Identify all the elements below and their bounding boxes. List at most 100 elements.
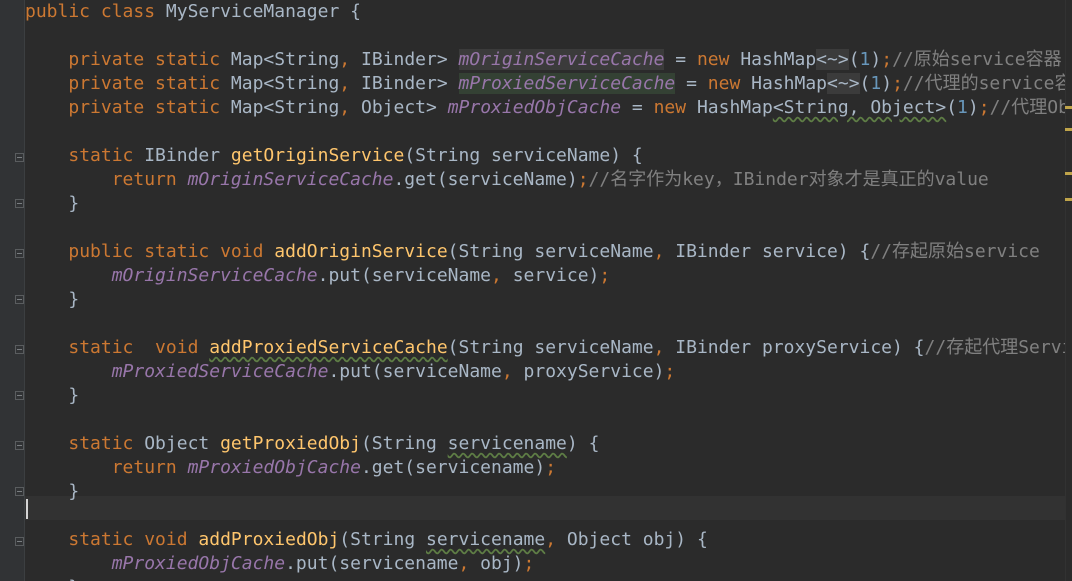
fold-marker-icon[interactable] (15, 441, 24, 450)
code-editor[interactable]: public class MyServiceManager { private … (25, 0, 1065, 581)
code-token: ; (577, 169, 589, 190)
fold-marker-icon[interactable] (15, 391, 24, 400)
code-line[interactable]: mProxiedServiceCache.put(serviceName, pr… (25, 360, 676, 384)
code-token: Map<String (230, 73, 340, 94)
fold-marker-icon[interactable] (15, 153, 24, 162)
fold-marker-icon[interactable] (15, 199, 24, 208)
code-token: 1 (957, 97, 968, 118)
code-line[interactable]: return mProxiedObjCache.get(servicename)… (25, 456, 556, 480)
code-token: <String, Object> (772, 97, 947, 118)
code-token: HashMap (740, 49, 817, 70)
code-token: addProxiedServiceCache (209, 337, 448, 358)
code-line[interactable]: } (25, 576, 79, 581)
code-token: IBinder (144, 145, 231, 166)
code-token: ; (978, 97, 990, 118)
vertical-scrollbar[interactable] (1065, 0, 1072, 581)
code-line[interactable]: mProxiedObjCache.put(servicename, obj); (25, 552, 535, 576)
code-line[interactable]: static IBinder getOriginService(String s… (25, 144, 643, 168)
code-token: ( (848, 49, 860, 70)
code-line[interactable]: static void addProxiedServiceCache(Strin… (25, 336, 1065, 360)
code-token: mOriginServiceCache (458, 49, 665, 70)
code-line[interactable]: private static Map<String, Object> mProx… (25, 96, 1065, 120)
code-line[interactable]: } (25, 384, 79, 408)
code-token: mProxiedObjCache (187, 457, 361, 478)
code-token: Map<String (230, 49, 340, 70)
code-line[interactable]: public static void addOriginService(Stri… (25, 240, 1040, 264)
code-line[interactable]: static Object getProxiedObj(String servi… (25, 432, 599, 456)
code-token: } (25, 481, 80, 502)
code-token: , (339, 73, 361, 94)
code-token: = (621, 97, 654, 118)
code-token: .put(servicename (285, 553, 459, 574)
code-token: , (545, 529, 567, 550)
fold-marker-icon[interactable] (15, 345, 24, 354)
code-token: } (25, 193, 80, 214)
code-line[interactable]: private static Map<String, IBinder> mOri… (25, 48, 1062, 72)
code-token: mOriginServiceCache (187, 169, 394, 190)
code-token: static void (68, 529, 199, 550)
code-token: IBinder proxyService) { (675, 337, 925, 358)
code-token: IBinder service) { (675, 241, 871, 262)
code-token: 1 (859, 49, 871, 70)
code-token: , (339, 97, 361, 118)
code-token: ; (599, 265, 611, 286)
code-line[interactable]: } (25, 192, 79, 216)
code-token: Map<String (230, 97, 340, 118)
code-token: addOriginService (274, 241, 448, 262)
warning-marker[interactable] (1065, 172, 1072, 175)
code-token: ) { (566, 433, 600, 454)
code-token: Object obj) { (566, 529, 708, 550)
code-token: ) (870, 49, 882, 70)
code-token: mProxiedObjCache (447, 97, 622, 118)
code-token: ) (967, 97, 979, 118)
fold-marker-icon[interactable] (15, 249, 24, 258)
fold-marker-icon[interactable] (15, 295, 24, 304)
code-token: MyServiceManager { (165, 1, 361, 22)
code-line[interactable]: } (25, 288, 79, 312)
code-token: static void (68, 337, 210, 358)
code-token: mProxiedServiceCache (111, 361, 329, 382)
code-token: (String serviceName) { (404, 145, 643, 166)
warning-marker[interactable] (1065, 106, 1072, 109)
code-line[interactable]: public class MyServiceManager { (25, 0, 361, 24)
code-token: addProxiedObj (198, 529, 340, 550)
code-token: , (501, 361, 524, 382)
fold-marker-icon[interactable] (15, 537, 24, 546)
code-token: HashMap (696, 97, 773, 118)
code-token: IBinder> (360, 73, 459, 94)
code-line[interactable]: mOriginServiceCache.put(serviceName, ser… (25, 264, 611, 288)
code-token: .get(servicename) (360, 457, 546, 478)
code-token: HashMap (751, 73, 828, 94)
code-line[interactable]: return mOriginServiceCache.get(serviceNa… (25, 168, 989, 192)
code-token: getOriginService (230, 145, 405, 166)
code-token: , (339, 49, 361, 70)
warning-marker[interactable] (1065, 198, 1072, 201)
code-line[interactable]: static void addProxiedObj(String service… (25, 528, 708, 552)
fold-marker-icon[interactable] (15, 487, 24, 496)
code-token: servicename (447, 433, 567, 454)
code-token: //代理的service容器 (902, 73, 1065, 94)
code-token: IBinder> (360, 49, 459, 70)
text-caret (26, 499, 28, 519)
code-token: ) (881, 73, 893, 94)
code-token: (String serviceName (447, 241, 654, 262)
code-token: , (653, 337, 676, 358)
code-token: ; (664, 361, 676, 382)
code-token: getProxiedObj (220, 433, 361, 454)
code-token: Object> (360, 97, 448, 118)
code-line[interactable]: } (25, 480, 79, 504)
code-token: } (25, 385, 80, 406)
code-line[interactable]: private static Map<String, IBinder> mPro… (25, 72, 1065, 96)
warning-marker[interactable] (1065, 128, 1072, 131)
